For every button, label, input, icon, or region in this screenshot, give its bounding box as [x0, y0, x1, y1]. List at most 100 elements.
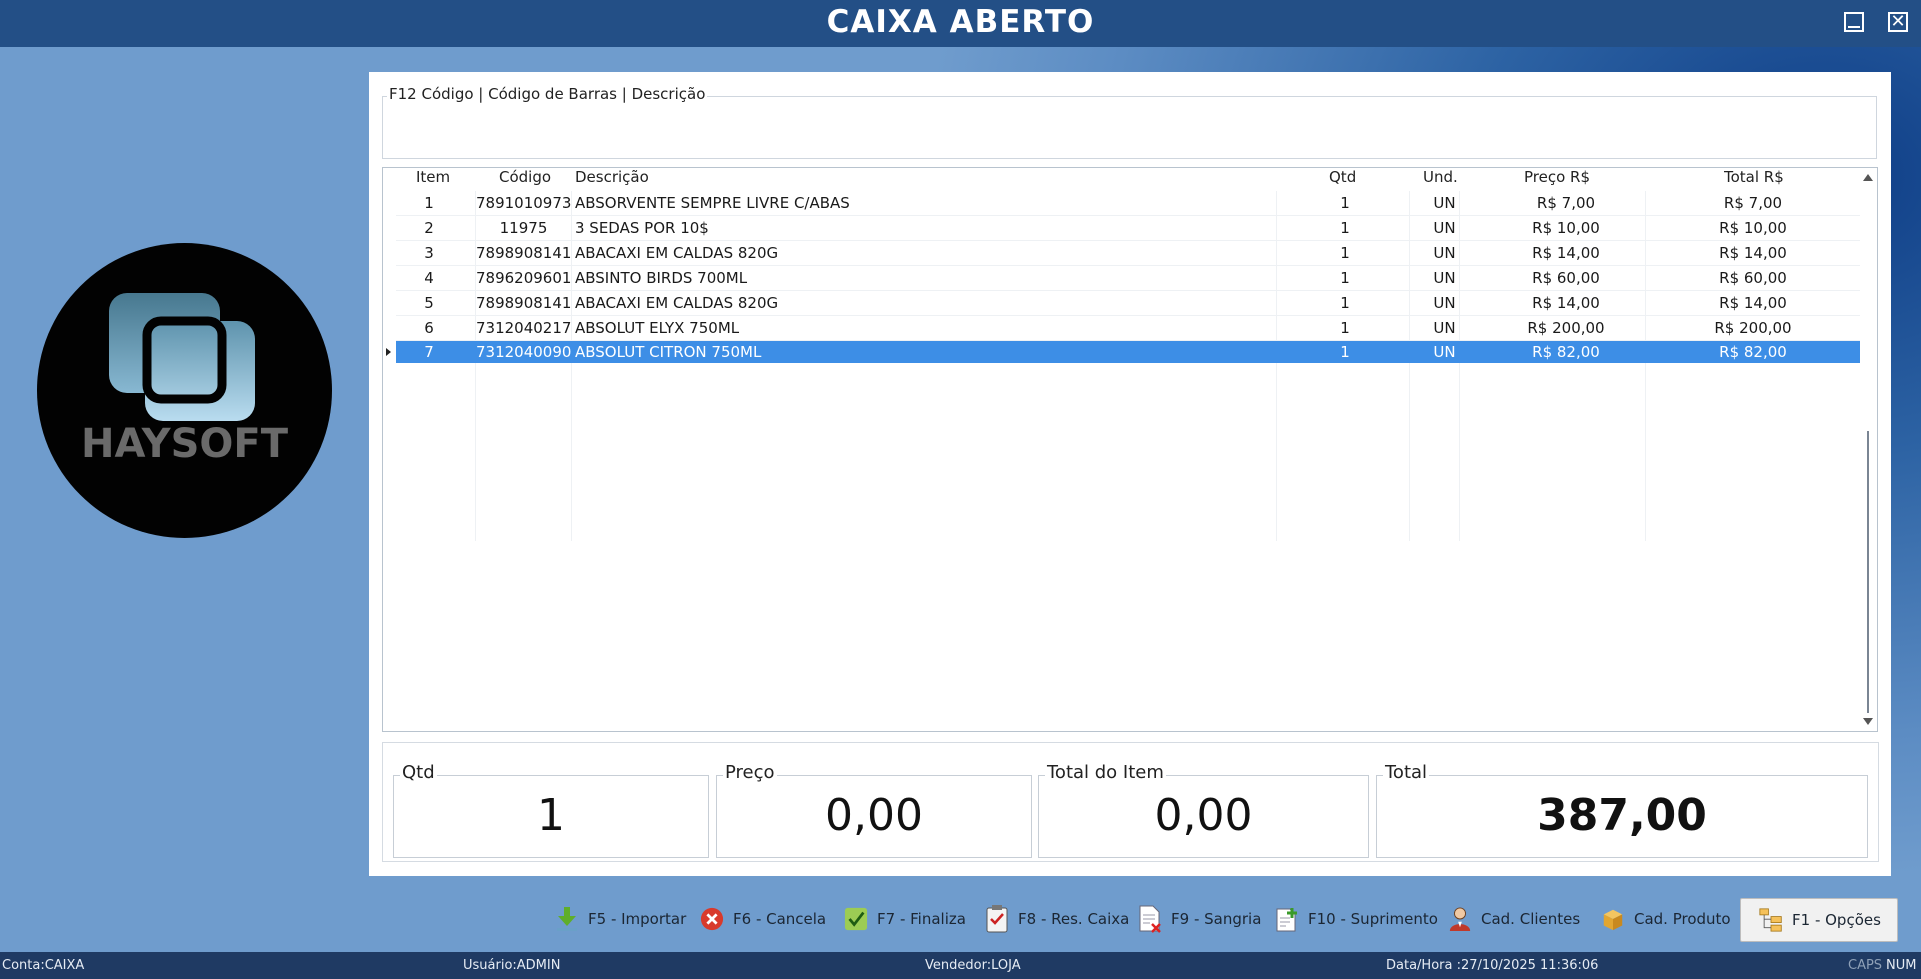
column-header-und[interactable]: Und.: [1423, 168, 1458, 186]
sangria-label: F9 - Sangria: [1171, 910, 1262, 928]
box-icon: [1601, 906, 1625, 932]
cell-item: 2: [424, 219, 434, 237]
search-label: F12 Código | Código de Barras | Descriçã…: [387, 85, 708, 103]
cell-total: R$ 200,00: [1714, 319, 1792, 337]
cell-und: UN: [1433, 219, 1456, 237]
status-vendedor: Vendedor:LOJA: [925, 958, 1021, 973]
cell-descricao: ABSOLUT CITRON 750ML: [575, 343, 762, 361]
window-title: CAIXA ABERTO: [826, 4, 1095, 40]
suprimento-button[interactable]: F10 - Suprimento: [1275, 898, 1438, 940]
importar-button[interactable]: F5 - Importar: [555, 898, 686, 940]
cell-qtd: 1: [1340, 194, 1350, 212]
total-value: 387,00: [1537, 790, 1707, 841]
preco-value: 0,00: [825, 790, 923, 841]
qtd-box: Qtd 1: [393, 762, 709, 858]
table-row[interactable]: 6 7312040217519ABSOLUT ELYX 750ML 1 UN R$ 20…: [396, 316, 1860, 341]
finaliza-button[interactable]: F7 - Finaliza: [844, 898, 966, 940]
cell-preco: R$ 7,00: [1536, 194, 1596, 212]
cell-qtd: 1: [1340, 219, 1350, 237]
total-box: Total 387,00: [1376, 762, 1868, 858]
cell-total: R$ 7,00: [1723, 194, 1783, 212]
cell-und: UN: [1433, 269, 1456, 287]
cell-qtd: 1: [1340, 319, 1350, 337]
qtd-value: 1: [537, 790, 565, 841]
cell-item: 6: [424, 319, 434, 337]
cell-preco: R$ 60,00: [1532, 269, 1600, 287]
status-datahora: Data/Hora :27/10/2025 11:36:06: [1386, 958, 1599, 973]
cell-descricao: 3 SEDAS POR 10$: [575, 219, 709, 237]
sangria-button[interactable]: F9 - Sangria: [1138, 898, 1261, 940]
cancela-label: F6 - Cancela: [733, 910, 827, 928]
opcoes-label: F1 - Opções: [1792, 911, 1881, 929]
cell-preco: R$ 10,00: [1532, 219, 1600, 237]
search-input[interactable]: [384, 108, 1877, 160]
table-row[interactable]: 7 7312040090754ABSOLUT CITRON 750ML 1 UN R$ …: [396, 341, 1860, 363]
column-header-item[interactable]: Item: [416, 168, 450, 186]
minimize-icon[interactable]: [1844, 12, 1864, 32]
cell-descricao: ABSOLUT ELYX 750ML: [575, 319, 740, 337]
preco-label: Preço: [723, 762, 777, 783]
summary-area: Qtd 1 Preço 0,00 Total do Item 0,00 Tota…: [382, 742, 1879, 862]
table-row[interactable]: 3 7898908141160ABACAXI EM CALDAS 820G 1 UN R…: [396, 241, 1860, 266]
cell-und: UN: [1433, 194, 1456, 212]
table-row[interactable]: 4 7896209601277ABSINTO BIRDS 700ML 1 UN R$ 6…: [396, 266, 1860, 291]
download-arrow-icon: [555, 906, 579, 932]
vertical-scrollbar[interactable]: [1859, 168, 1877, 731]
cell-codigo: 7891010973483: [476, 194, 571, 212]
cell-qtd: 1: [1340, 294, 1350, 312]
cell-total: R$ 14,00: [1719, 244, 1787, 262]
table-row[interactable]: 5 7898908141160ABACAXI EM CALDAS 820G 1 UN R…: [396, 291, 1860, 316]
res-caixa-button[interactable]: F8 - Res. Caixa: [985, 898, 1129, 940]
haysoft-logo-mark: [109, 293, 255, 421]
opcoes-button[interactable]: F1 - Opções: [1740, 898, 1898, 942]
logo: HAYSOFT: [37, 243, 332, 538]
cancela-button[interactable]: F6 - Cancela: [700, 898, 826, 940]
cell-preco: R$ 82,00: [1532, 343, 1600, 361]
cell-preco: R$ 200,00: [1527, 319, 1605, 337]
cell-descricao: ABACAXI EM CALDAS 820G: [575, 294, 779, 312]
cad-produto-button[interactable]: Cad. Produto: [1601, 898, 1731, 940]
cell-item: 5: [424, 294, 434, 312]
qtd-label: Qtd: [400, 762, 437, 783]
total-item-label: Total do Item: [1045, 762, 1166, 783]
scroll-thumb[interactable]: [1867, 431, 1869, 713]
column-header-total[interactable]: Total R$: [1724, 168, 1784, 186]
logo-text: HAYSOFT: [81, 421, 288, 467]
cad-clientes-button[interactable]: Cad. Clientes: [1448, 898, 1580, 940]
user-icon: [1448, 906, 1472, 932]
cad-clientes-label: Cad. Clientes: [1481, 910, 1581, 928]
cell-item: 1: [424, 194, 434, 212]
table-row[interactable]: 1 7891010973483ABSORVENTE SEMPRE LIVRE C/…: [396, 191, 1860, 216]
column-header-preco[interactable]: Preço R$: [1524, 168, 1590, 186]
status-num: NUM: [1886, 958, 1917, 973]
column-header-qtd[interactable]: Qtd: [1329, 168, 1356, 186]
cell-codigo: 7898908141160: [476, 294, 571, 312]
title-bar: CAIXA ABERTO ✕: [0, 0, 1921, 47]
scroll-up-icon[interactable]: [1863, 174, 1873, 181]
cell-total: R$ 82,00: [1719, 343, 1787, 361]
cell-qtd: 1: [1340, 343, 1350, 361]
cell-descricao: ABSINTO BIRDS 700ML: [575, 269, 748, 287]
table-row[interactable]: 2 11975 3 SEDAS POR 10$ 1 UN R$ 10,00 R$ 10,00: [396, 216, 1860, 241]
cell-total: R$ 14,00: [1719, 294, 1787, 312]
cell-preco: R$ 14,00: [1532, 294, 1600, 312]
preco-box: Preço 0,00: [716, 762, 1032, 858]
cancel-x-icon: [700, 906, 724, 932]
cell-codigo: 11975: [499, 219, 548, 237]
suprimento-label: F10 - Suprimento: [1308, 910, 1438, 928]
column-header-codigo[interactable]: Código: [499, 168, 551, 186]
status-caps: CAPS: [1848, 958, 1883, 973]
cell-codigo: 7898908141160: [476, 244, 571, 262]
items-grid[interactable]: Item Código Descrição Qtd Und. Preço R$ …: [382, 167, 1878, 732]
finaliza-label: F7 - Finaliza: [877, 910, 966, 928]
scroll-down-icon[interactable]: [1863, 718, 1873, 725]
close-icon[interactable]: ✕: [1888, 12, 1908, 32]
row-pointer-icon: [386, 348, 391, 356]
document-remove-icon: [1138, 905, 1162, 933]
total-item-value: 0,00: [1154, 790, 1253, 841]
cell-item: 3: [424, 244, 434, 262]
column-header-descricao[interactable]: Descrição: [575, 168, 649, 186]
cell-codigo: 7896209601277: [476, 269, 571, 287]
clipboard-check-icon: [985, 905, 1009, 933]
cell-und: UN: [1433, 343, 1456, 361]
